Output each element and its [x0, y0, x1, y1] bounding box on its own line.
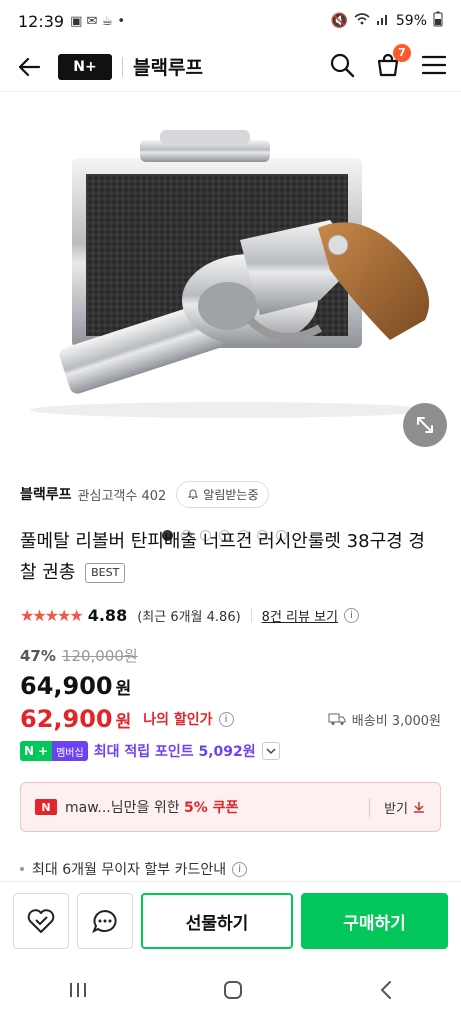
battery-icon — [433, 11, 443, 31]
talk-button[interactable] — [77, 893, 133, 949]
store-name[interactable]: 블랙루프 — [133, 53, 203, 80]
hamburger-menu-icon — [421, 55, 447, 74]
sale-price: 64,900 원 — [20, 672, 131, 700]
header-divider — [122, 56, 123, 77]
mute-icon: 🔇 — [330, 13, 348, 29]
back-chevron-icon — [380, 981, 391, 999]
coupon-n-badge: N — [35, 799, 57, 815]
card-installment-text: 최대 6개월 무이자 할부 카드안내 — [32, 862, 227, 878]
cart-count-badge: 7 — [393, 43, 411, 62]
recent-rating: (최근 6개월 4.86) — [137, 609, 241, 625]
card-installment-row[interactable]: 최대 6개월 무이자 할부 카드안내 i — [20, 859, 248, 879]
info-icon[interactable]: i — [232, 861, 248, 877]
best-badge: BEST — [85, 563, 126, 583]
seller-row: 블랙루프 관심고객수 402 알림받는중 — [20, 479, 441, 509]
coupon-download-button[interactable]: 받기 — [369, 797, 426, 817]
status-right: 🔇 59% — [330, 11, 443, 31]
membership-label: 멤버십 — [56, 747, 84, 759]
notification-icons: ▣ ✉ ☕ • — [70, 13, 126, 29]
my-price-label: 나의 할인가 — [143, 712, 213, 728]
recent-apps-icon — [69, 983, 86, 997]
my-price: 62,900 원 — [20, 705, 131, 733]
chevron-down-icon — [266, 748, 276, 755]
status-time: 12:39 — [18, 11, 65, 31]
rating-score: 4.88 — [87, 605, 128, 625]
home-button[interactable] — [222, 979, 244, 1005]
points-expand-button[interactable] — [261, 742, 280, 760]
coupon-text: maw...님만을 위한 5% 쿠폰 — [65, 797, 238, 817]
sale-price-unit: 원 — [115, 679, 132, 699]
coupon-get-label: 받기 — [384, 801, 408, 817]
bullet — [20, 867, 24, 871]
my-price-row: 62,900 원 나의 할인가 i 배송비 3,000원 — [20, 704, 441, 734]
discount-row: 47% 120,000원 — [20, 645, 138, 666]
gift-button[interactable]: 선물하기 — [141, 893, 293, 949]
alarm-label: 알림받는중 — [203, 487, 259, 502]
chat-bubble-icon — [92, 909, 117, 934]
review-link[interactable]: 8건 리뷰 보기 — [262, 606, 338, 625]
coupon-banner[interactable]: N maw...님만을 위한 5% 쿠폰 받기 — [20, 782, 441, 832]
sale-price-value: 64,900 — [20, 672, 113, 700]
product-image-carousel[interactable] — [0, 100, 461, 541]
back-button[interactable] — [14, 52, 44, 82]
rating-divider — [250, 608, 252, 622]
recent-apps-button[interactable] — [67, 980, 89, 1004]
star-rating-icon: ★★★★★ — [20, 605, 84, 625]
my-price-value: 62,900 — [20, 705, 113, 733]
zoom-button[interactable] — [403, 403, 447, 447]
battery-text: 59% — [395, 13, 427, 29]
shipping-fee: 배송비 3,000원 — [351, 713, 441, 729]
coupon-prefix: maw...님만을 위한 — [65, 800, 185, 816]
search-icon — [330, 53, 355, 77]
original-price: 120,000원 — [61, 647, 138, 665]
status-bar: 12:39 ▣ ✉ ☕ • 🔇 59% — [0, 0, 461, 42]
my-price-unit: 원 — [115, 712, 132, 732]
naver-plus-logo[interactable]: N+ — [58, 53, 112, 80]
download-icon — [414, 802, 424, 813]
alarm-toggle-button[interactable]: 알림받는중 — [176, 480, 270, 508]
home-icon — [223, 981, 242, 999]
max-points-text: 최대 적립 포인트 5,092원 — [93, 744, 256, 760]
signal-icon — [376, 13, 390, 29]
buy-button[interactable]: 구매하기 — [301, 893, 448, 949]
bell-icon — [188, 489, 199, 499]
system-back-button[interactable] — [377, 979, 395, 1005]
app-header: N+ 블랙루프 7 — [0, 42, 461, 92]
membership-badge: N + 멤버십 — [20, 741, 88, 761]
product-image — [30, 130, 430, 418]
truck-icon — [328, 713, 346, 725]
search-button[interactable] — [329, 52, 355, 82]
coupon-highlight: 5% 쿠폰 — [184, 800, 239, 816]
membership-points-row[interactable]: N + 멤버십 최대 적립 포인트 5,092원 — [20, 740, 280, 762]
cart-button[interactable]: 7 — [375, 43, 411, 82]
wishlist-button[interactable] — [13, 893, 69, 949]
header-actions: 7 — [329, 43, 447, 82]
info-icon[interactable]: i — [344, 607, 360, 623]
discount-rate: 47% — [20, 646, 56, 665]
system-nav-bar — [0, 960, 461, 1024]
product-title: 풀메탈 리볼버 탄피배출 너프건 러시안룰렛 38구경 경찰 권총 BEST — [20, 526, 441, 588]
bottom-action-bar: 선물하기 구매하기 — [0, 881, 461, 960]
membership-plus: + — [38, 741, 53, 761]
wifi-icon — [354, 13, 370, 29]
membership-n: N — [20, 741, 39, 761]
expand-icon — [417, 417, 433, 433]
seller-followers: 관심고객수 402 — [77, 488, 167, 504]
menu-button[interactable] — [421, 54, 447, 80]
heart-check-icon — [27, 909, 55, 933]
product-title-text: 풀메탈 리볼버 탄피배출 너프건 러시안룰렛 38구경 경찰 권총 — [20, 531, 425, 583]
rating-row: ★★★★★ 4.88 (최근 6개월 4.86) 8건 리뷰 보기 i — [20, 603, 441, 627]
shipping-info: 배송비 3,000원 — [328, 710, 441, 729]
back-arrow-icon — [18, 57, 41, 76]
seller-name[interactable]: 블랙루프 — [20, 484, 72, 504]
info-icon[interactable]: i — [218, 711, 234, 727]
